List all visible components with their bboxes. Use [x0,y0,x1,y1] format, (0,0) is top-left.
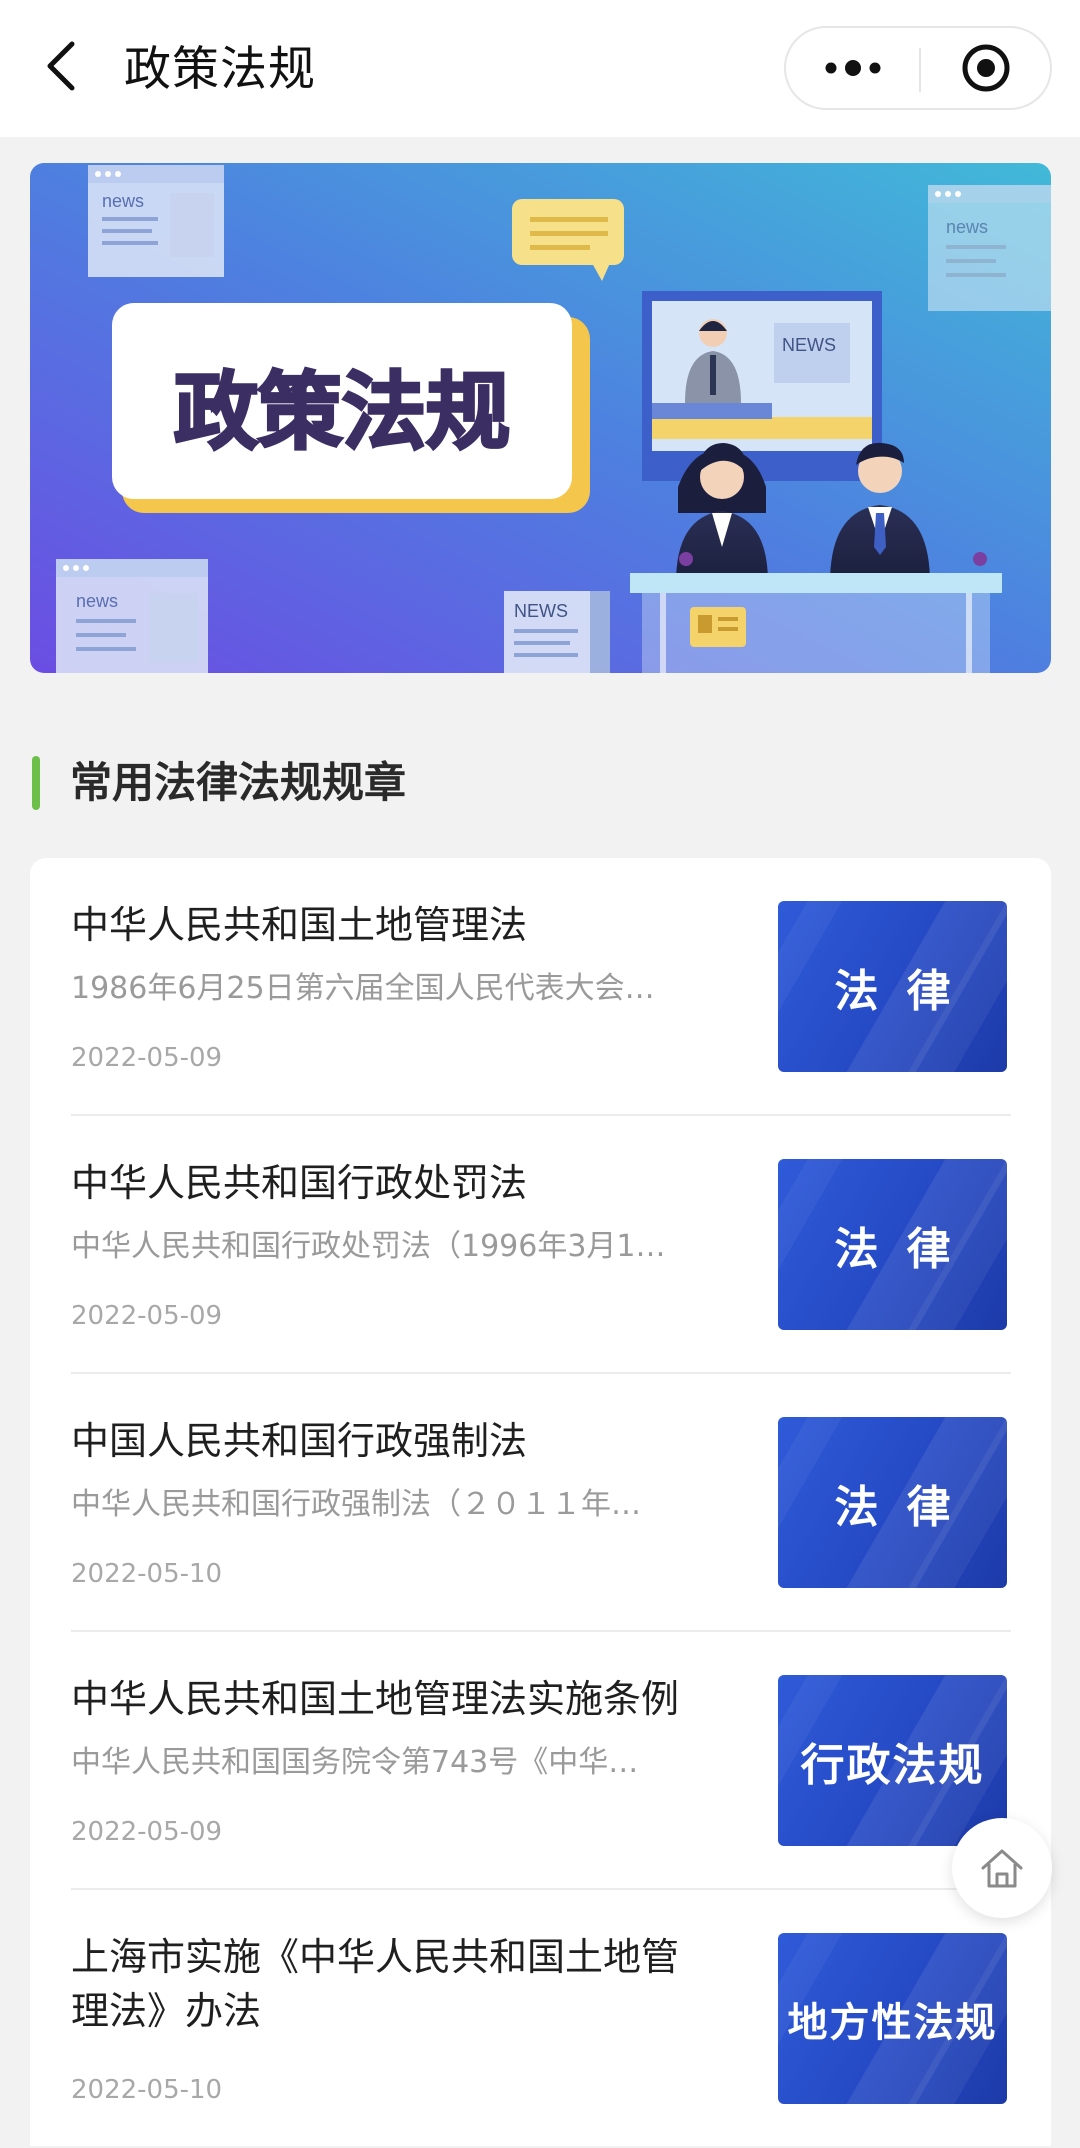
list-item[interactable]: 中华人民共和国土地管理法 1986年6月25日第六届全国人民代表大会… 2022… [30,858,1051,1116]
more-dots-icon [825,60,880,76]
close-mini-program-button[interactable] [921,28,1050,108]
home-button[interactable] [952,1818,1052,1918]
item-tag: 行政法规 [800,1739,985,1791]
item-tag: 法律 [834,1223,979,1275]
item-date: 2022-05-09 [71,1301,223,1331]
tv-news-label: NEWS [782,335,836,355]
item-title: 中华人民共和国行政处罚法 [71,1161,528,1205]
banner[interactable]: news news 政策法规 NEWS news NEWS [30,163,1051,673]
item-thumbnail: 地方性法规 [778,1933,1007,2104]
item-date: 2022-05-10 [71,2075,223,2105]
tv-screen: NEWS [642,291,882,481]
list-item[interactable]: 上海市实施《中华人民共和国土地管理法》办法 2022-05-10 地方性法规 [30,1890,1051,2148]
banner-news-label-caps-2: NEWS [514,601,568,621]
item-thumbnail: 法律 [778,1159,1007,1330]
news-card-bottom-left: news [56,559,208,673]
item-date: 2022-05-09 [71,1043,223,1073]
list-item[interactable]: 中国人民共和国行政强制法 中华人民共和国行政强制法（２０１１年… 2022-05… [30,1374,1051,1632]
banner-headline: 政策法规 [174,363,510,461]
section-accent-bar [32,756,40,810]
banner-headline-box: 政策法规 [112,303,590,513]
item-summary: 中华人民共和国行政强制法（２０１１年… [71,1487,641,1522]
mini-program-capsule [784,26,1052,110]
item-thumbnail: 法律 [778,1417,1007,1588]
regulation-list: 中华人民共和国土地管理法 1986年6月25日第六届全国人民代表大会… 2022… [30,858,1051,2146]
banner-news-label-2: news [946,217,988,237]
item-title: 中华人民共和国土地管理法 [71,903,528,947]
list-item[interactable]: 中华人民共和国土地管理法实施条例 中华人民共和国国务院令第743号《中华… 20… [30,1632,1051,1890]
section-title: 常用法律法规规章 [70,758,407,807]
item-title: 中国人民共和国行政强制法 [71,1419,528,1463]
chevron-left-icon [47,41,75,91]
more-options-button[interactable] [786,28,919,108]
item-date: 2022-05-09 [71,1817,223,1847]
news-card-bottom-center: NEWS [504,591,610,673]
item-tag: 法律 [834,1481,979,1533]
banner-news-label: news [102,191,144,211]
item-thumbnail: 行政法规 [778,1675,1007,1846]
home-icon [981,1849,1023,1888]
item-tag: 法律 [834,965,979,1017]
banner-illustration: news news 政策法规 NEWS news NEWS [30,163,1051,673]
target-circle-icon [962,44,1009,92]
item-summary: 中华人民共和国国务院令第743号《中华… [71,1745,639,1780]
top-navigation-bar: 政策法规 [0,0,1080,137]
item-summary: 1986年6月25日第六届全国人民代表大会… [71,971,655,1006]
back-button[interactable] [36,34,86,98]
page-title: 政策法规 [124,42,316,97]
item-title: 上海市实施《中华人民共和国土地管理法》办法 [71,1935,680,2033]
list-item[interactable]: 中华人民共和国行政处罚法 中华人民共和国行政处罚法（1996年3月1… 2022… [30,1116,1051,1374]
item-title: 中华人民共和国土地管理法实施条例 [71,1677,680,1721]
banner-news-label-3: news [76,591,118,611]
item-thumbnail: 法律 [778,901,1007,1072]
item-summary: 中华人民共和国行政处罚法（1996年3月1… [71,1229,666,1264]
news-card-top-right: news [928,185,1051,311]
item-date: 2022-05-10 [71,1559,223,1589]
item-tag: 地方性法规 [787,1999,998,2046]
news-card-top-left: news [88,165,224,277]
